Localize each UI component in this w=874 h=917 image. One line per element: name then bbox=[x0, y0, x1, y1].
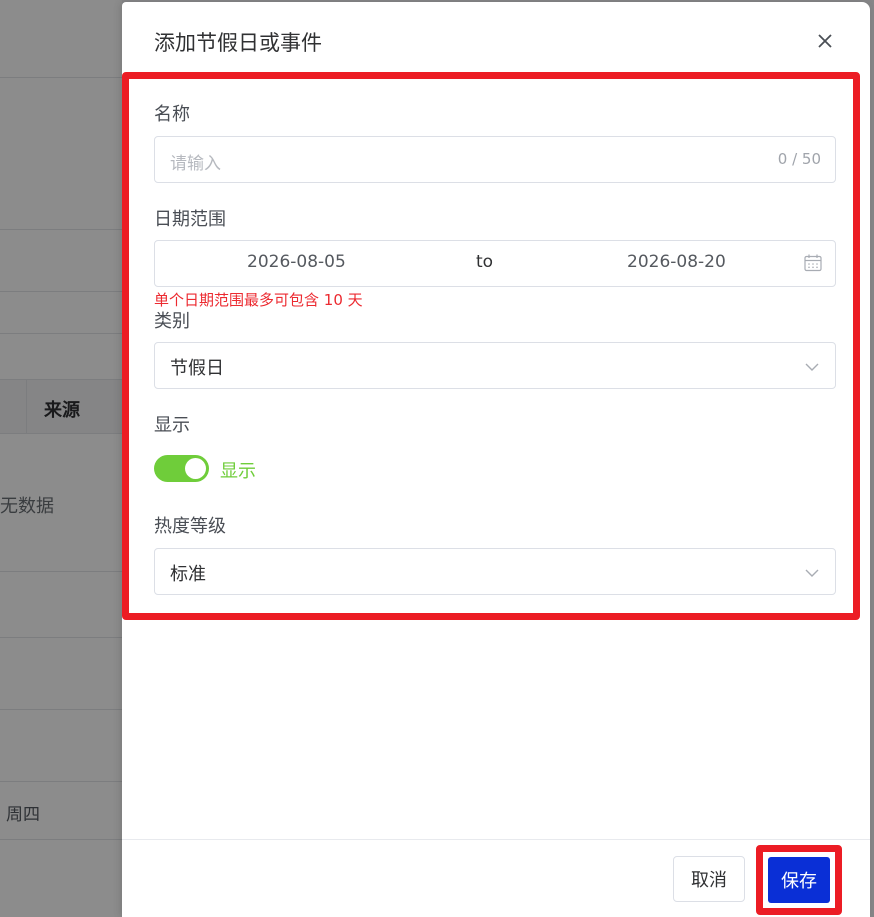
drawer-title: 添加节假日或事件 bbox=[154, 31, 322, 55]
calendar-icon[interactable] bbox=[803, 253, 823, 273]
chevron-down-icon bbox=[805, 363, 819, 371]
category-selected-value: 节假日 bbox=[170, 358, 224, 379]
cancel-button[interactable]: 取消 bbox=[673, 856, 745, 902]
date-range-end[interactable]: 2026-08-20 bbox=[627, 252, 726, 272]
display-toggle-text: 显示 bbox=[220, 461, 256, 482]
heat-level-label: 热度等级 bbox=[154, 516, 226, 537]
date-range-separator: to bbox=[476, 252, 494, 272]
display-toggle[interactable] bbox=[154, 455, 209, 482]
close-button[interactable] bbox=[812, 28, 838, 54]
save-button[interactable]: 保存 bbox=[768, 857, 830, 903]
footer-divider bbox=[122, 839, 870, 840]
date-range-picker[interactable]: 2026-08-05 to 2026-08-20 bbox=[154, 240, 836, 287]
chevron-down-icon bbox=[805, 569, 819, 577]
name-label: 名称 bbox=[154, 104, 190, 125]
display-label: 显示 bbox=[154, 415, 190, 436]
heat-level-selected-value: 标准 bbox=[170, 564, 206, 585]
category-select[interactable]: 节假日 bbox=[154, 342, 836, 389]
add-holiday-drawer: 添加节假日或事件 名称 请输入 0 / 50 日期范围 2026-08-05 t… bbox=[122, 2, 870, 917]
date-range-label: 日期范围 bbox=[154, 209, 226, 230]
date-range-start[interactable]: 2026-08-05 bbox=[247, 252, 346, 272]
category-label: 类别 bbox=[154, 311, 190, 332]
heat-level-select[interactable]: 标准 bbox=[154, 548, 836, 595]
close-icon bbox=[818, 34, 832, 48]
name-placeholder: 请输入 bbox=[170, 154, 221, 174]
name-char-counter: 0 / 50 bbox=[777, 150, 821, 168]
toggle-knob bbox=[185, 458, 206, 479]
name-input[interactable]: 请输入 0 / 50 bbox=[154, 136, 836, 183]
